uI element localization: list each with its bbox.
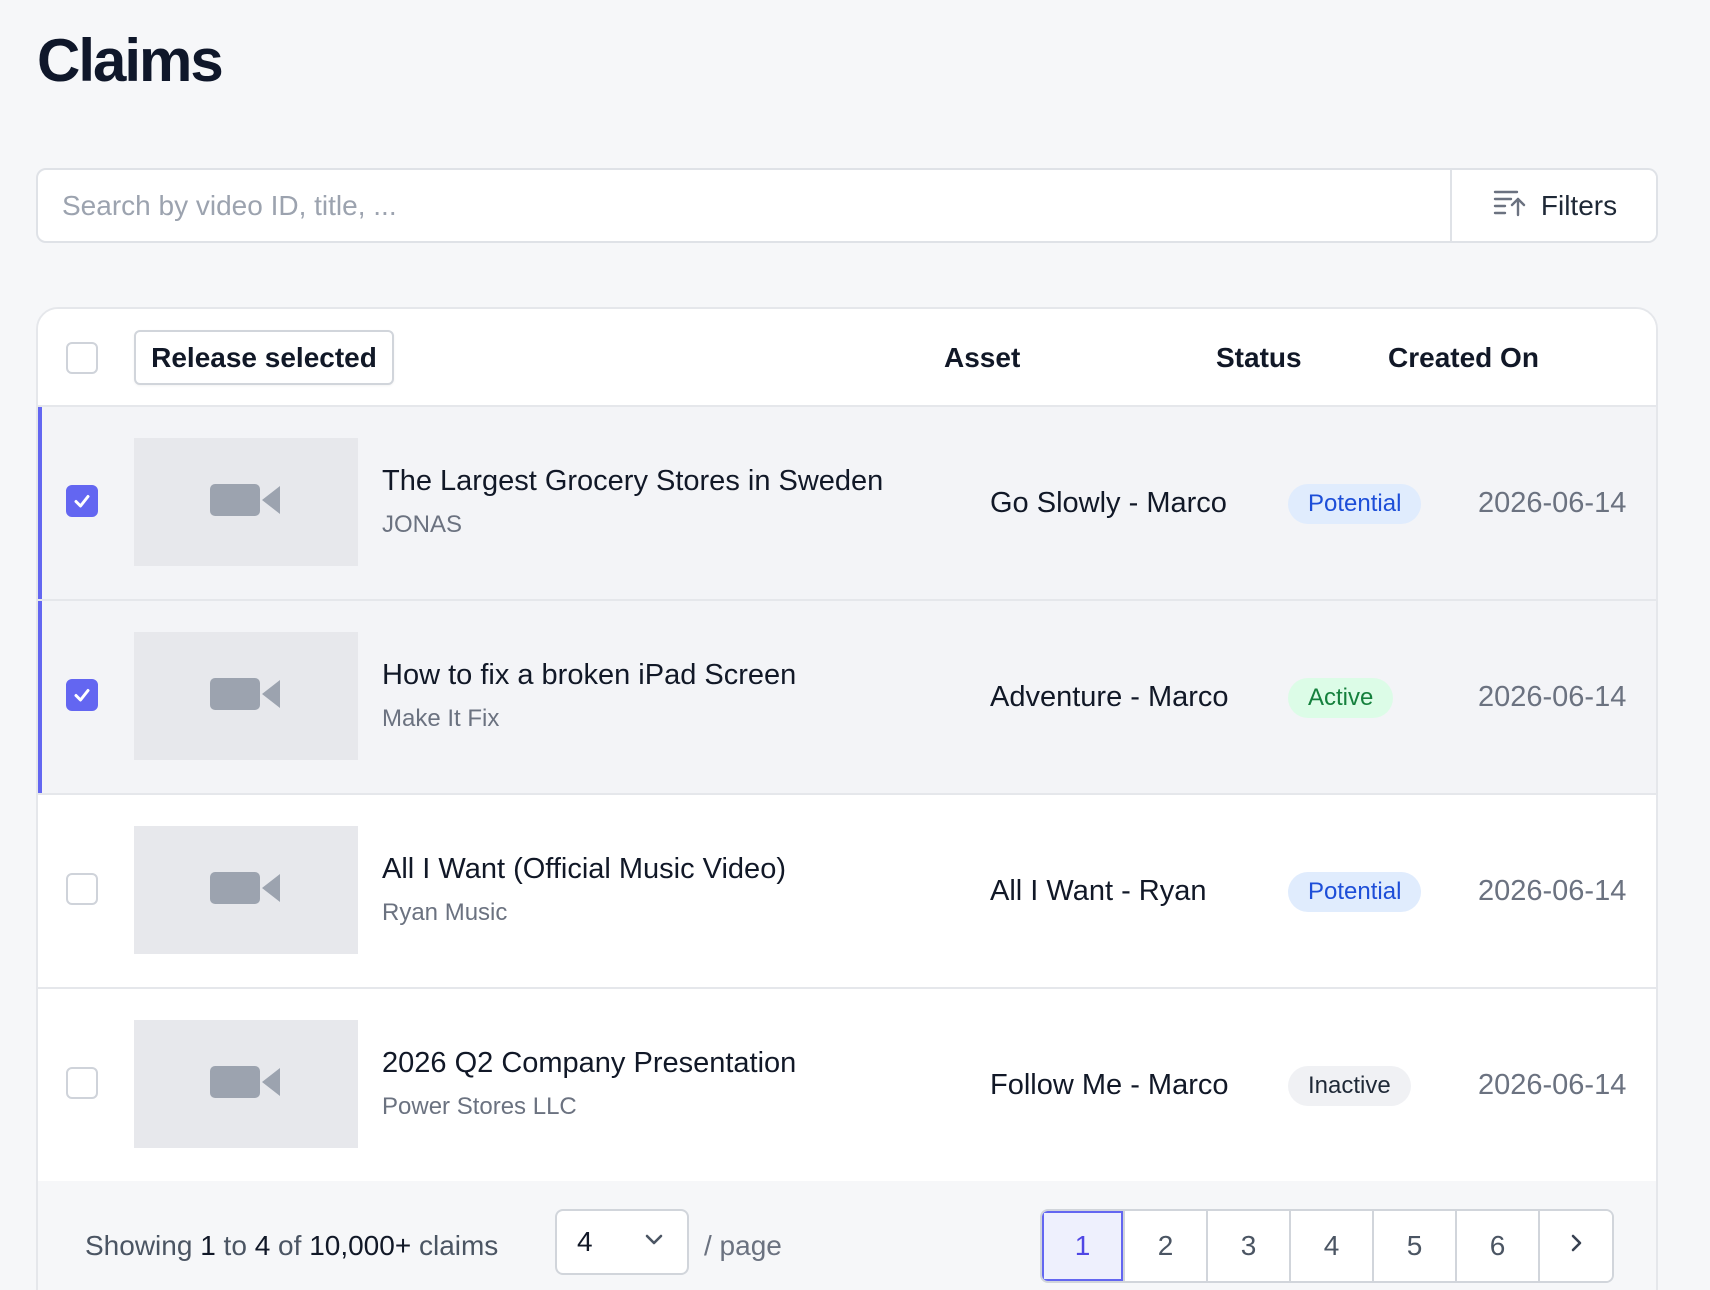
video-camera-icon bbox=[210, 480, 282, 525]
row-checkbox[interactable] bbox=[66, 485, 98, 517]
video-thumbnail[interactable] bbox=[134, 826, 358, 954]
created-date: 2026-06-14 bbox=[1478, 681, 1627, 713]
showing-prefix: Showing bbox=[85, 1230, 193, 1261]
asset-name[interactable]: Adventure - Marco bbox=[990, 681, 1229, 714]
page-button-4[interactable]: 4 bbox=[1291, 1211, 1374, 1281]
per-page-value: 4 bbox=[577, 1226, 593, 1257]
created-date: 2026-06-14 bbox=[1478, 487, 1627, 519]
of-word: of bbox=[278, 1230, 302, 1261]
created-date: 2026-06-14 bbox=[1478, 1069, 1627, 1101]
page-button-2[interactable]: 2 bbox=[1125, 1211, 1208, 1281]
video-camera-icon bbox=[210, 1062, 282, 1107]
status-badge: Inactive bbox=[1288, 1066, 1411, 1106]
status-badge: Potential bbox=[1288, 872, 1422, 912]
per-page-label: / page bbox=[704, 1230, 782, 1261]
next-page-button[interactable] bbox=[1540, 1211, 1612, 1281]
count-suffix: claims bbox=[418, 1230, 499, 1261]
channel-name: Power Stores LLC bbox=[382, 1093, 577, 1120]
video-thumbnail[interactable] bbox=[134, 632, 358, 760]
video-camera-icon bbox=[210, 868, 282, 913]
asset-name[interactable]: Go Slowly - Marco bbox=[990, 487, 1227, 520]
select-all-checkbox[interactable] bbox=[66, 342, 98, 374]
channel-name: Ryan Music bbox=[382, 899, 508, 926]
channel-name: Make It Fix bbox=[382, 705, 500, 732]
column-header-asset[interactable]: Asset bbox=[944, 342, 1020, 374]
results-summary: Showing 1 to 4 of 10,000+ claims bbox=[85, 1230, 498, 1262]
page-title: Claims bbox=[37, 27, 224, 94]
release-selected-button[interactable]: Release selected bbox=[134, 330, 394, 385]
channel-name: JONAS bbox=[382, 511, 463, 538]
page-button-6[interactable]: 6 bbox=[1457, 1211, 1540, 1281]
per-page-select[interactable]: 4 bbox=[555, 1209, 689, 1275]
video-title[interactable]: 2026 Q2 Company Presentation bbox=[382, 1047, 796, 1080]
video-title[interactable]: How to fix a broken iPad Screen bbox=[382, 659, 796, 692]
row-checkbox[interactable] bbox=[66, 873, 98, 905]
table-row[interactable]: 2026 Q2 Company Presentation Power Store… bbox=[38, 989, 1656, 1183]
sort-ascending-icon bbox=[1491, 184, 1527, 227]
claims-table: Release selected Asset Status Created On… bbox=[36, 307, 1658, 1290]
table-row[interactable]: The Largest Grocery Stores in Sweden JON… bbox=[38, 407, 1656, 601]
table-row[interactable]: How to fix a broken iPad Screen Make It … bbox=[38, 601, 1656, 795]
asset-name[interactable]: All I Want - Ryan bbox=[990, 875, 1206, 908]
filters-button[interactable]: Filters bbox=[1450, 170, 1656, 241]
status-badge: Active bbox=[1288, 678, 1394, 718]
row-checkbox[interactable] bbox=[66, 1067, 98, 1099]
column-header-status[interactable]: Status bbox=[1216, 342, 1302, 374]
created-date: 2026-06-14 bbox=[1478, 875, 1627, 907]
asset-name[interactable]: Follow Me - Marco bbox=[990, 1069, 1229, 1102]
chevron-down-icon bbox=[641, 1226, 667, 1259]
search-input[interactable] bbox=[38, 170, 1450, 241]
to-word: to bbox=[223, 1230, 247, 1261]
video-title[interactable]: The Largest Grocery Stores in Sweden bbox=[382, 465, 883, 498]
range-end: 4 bbox=[254, 1230, 271, 1261]
row-checkbox[interactable] bbox=[66, 679, 98, 711]
column-header-created-on[interactable]: Created On bbox=[1388, 342, 1539, 374]
status-badge: Potential bbox=[1288, 484, 1422, 524]
page-button-3[interactable]: 3 bbox=[1208, 1211, 1291, 1281]
video-camera-icon bbox=[210, 674, 282, 719]
filters-label: Filters bbox=[1540, 189, 1618, 221]
table-footer: Showing 1 to 4 of 10,000+ claims 4 / pag… bbox=[38, 1181, 1656, 1290]
table-row[interactable]: All I Want (Official Music Video) Ryan M… bbox=[38, 795, 1656, 989]
table-header: Release selected Asset Status Created On bbox=[38, 309, 1656, 407]
search-bar: Filters bbox=[36, 168, 1658, 243]
page-button-5[interactable]: 5 bbox=[1374, 1211, 1457, 1281]
video-thumbnail[interactable] bbox=[134, 438, 358, 566]
video-title[interactable]: All I Want (Official Music Video) bbox=[382, 853, 786, 886]
range-start: 1 bbox=[200, 1230, 216, 1261]
chevron-right-icon bbox=[1564, 1230, 1588, 1262]
total-count: 10,000+ bbox=[309, 1230, 412, 1261]
claims-page: Claims Filters Release selected Asset St bbox=[0, 0, 1710, 1290]
pagination: 1 2 3 4 5 6 bbox=[1040, 1209, 1614, 1283]
page-button-1[interactable]: 1 bbox=[1042, 1211, 1125, 1281]
video-thumbnail[interactable] bbox=[134, 1020, 358, 1148]
